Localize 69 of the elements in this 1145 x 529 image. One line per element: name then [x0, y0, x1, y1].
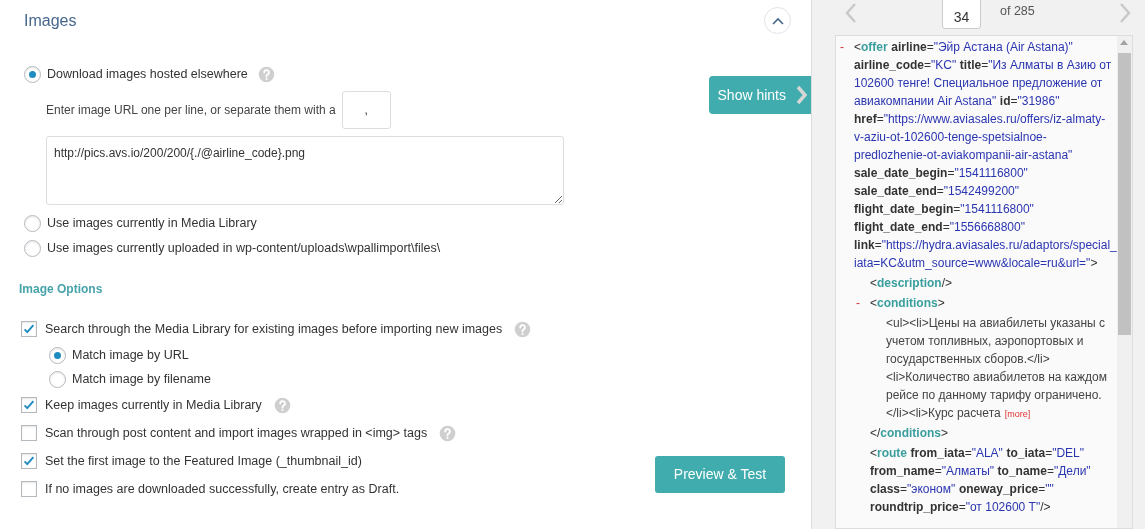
chevron-right-icon[interactable] [1118, 1, 1131, 24]
code-line: учетом топливных, аэропортовых и [886, 333, 1084, 350]
checkbox[interactable] [21, 481, 37, 497]
checkbox-label: If no images are downloaded successfully, create entry as Draft. [45, 480, 400, 498]
chevron-up-icon [771, 16, 784, 25]
collapse-toggle[interactable]: - [856, 294, 860, 312]
image-url-field[interactable]: http://pics.avs.io/200/200/{./@airline_code}.png [46, 136, 564, 205]
preview-test-button[interactable]: Preview & Test [655, 456, 785, 493]
code-line: href="https://www.aviasales.ru/offers/iz-almaty- [854, 111, 1106, 128]
code-line: class="эконом" oneway_price="" [870, 481, 1054, 498]
chevron-right-icon [796, 85, 808, 105]
radio-button[interactable] [24, 66, 41, 83]
show-hints-button[interactable]: Show hints [708, 76, 811, 114]
code-line: <conditions> [870, 295, 945, 312]
checkbox-label: Set the first image to the Featured Image (_thumbnail_id) [45, 452, 362, 470]
code-line: roundtrip_price="от 102600 T"/> [870, 499, 1051, 516]
radio-button[interactable] [24, 240, 41, 257]
section-title: Images [24, 10, 77, 31]
scrollbar[interactable] [1116, 36, 1132, 528]
radio-label: Match image by URL [72, 346, 189, 364]
collapse-toggle[interactable]: - [840, 38, 844, 56]
help-icon[interactable] [257, 66, 275, 83]
code-line: <offer airline="Эйр Астана (Air Astana)" [854, 39, 1073, 56]
radio-button[interactable] [49, 370, 66, 388]
radio-button[interactable] [49, 346, 66, 364]
separator-label: Enter image URL one per line, or separate them with a [46, 102, 336, 119]
code-line: 102600 тенге! Специальное предложение от [854, 75, 1103, 92]
code-line: рейсе по данному тарифу ограничено. [886, 387, 1102, 404]
code-line: <route from_iata="ALA" to_iata="DEL" [870, 445, 1085, 462]
code-line: <description/> [870, 275, 953, 292]
help-icon[interactable] [439, 424, 457, 442]
radio-label: Use images currently in Media Library [47, 215, 257, 233]
checkbox-label: Search through the Media Library for existing images before importing new images [45, 320, 503, 338]
code-line: <ul><li>Цены на авиабилеты указаны с [886, 315, 1106, 332]
code-line: predlozhenie-ot-aviakompanii-air-astana" [854, 147, 1073, 164]
checkbox[interactable] [21, 397, 37, 413]
code-line: sale_date_begin="1541116800" [854, 165, 1028, 182]
radio-label: Use images currently uploaded in wp-content/uploads\wpallimport\files\ [47, 240, 441, 258]
scroll-up-icon[interactable] [1120, 40, 1129, 45]
code-line: iata=KC&utm_source=www&locale=ru&url="> [854, 255, 1098, 272]
code-line: sale_date_end="1542499200" [854, 183, 1019, 200]
options-title: Image Options [19, 281, 104, 298]
code-line: link="https://hydra.aviasales.ru/adaptors/special_ [854, 237, 1117, 254]
checkbox-label: Keep images currently in Media Library [45, 396, 262, 414]
checkbox[interactable] [21, 425, 37, 441]
code-line: государственных сборов.</li> [886, 351, 1050, 368]
page-number-field[interactable]: 34 [942, 0, 981, 29]
radio-button[interactable] [24, 215, 41, 232]
code-line: <li>Количество авиабилетов на каждом [886, 369, 1107, 386]
more-link[interactable]: [more] [1004, 408, 1031, 422]
page-total: of 285 [1000, 3, 1035, 21]
separator-field[interactable]: , [341, 91, 391, 129]
code-line: </conditions> [870, 425, 949, 442]
code-line: </li><li>Курс расчета [886, 405, 1001, 422]
code-line: flight_date_begin="1541116800" [854, 201, 1034, 218]
code-line: авиакомпании Air Astana" id="31986" [854, 93, 1060, 110]
code-line: v-aziu-ot-102600-tenge-spetsialnoe- [854, 129, 1047, 146]
radio-label: Match image by filename [72, 370, 211, 388]
radio-label: Download images hosted elsewhere [47, 66, 248, 84]
checkbox[interactable] [21, 453, 37, 469]
help-icon[interactable] [273, 396, 291, 414]
code-line: from_name="Алматы" to_name="Дели" [870, 463, 1091, 480]
chevron-left-icon[interactable] [845, 1, 857, 24]
help-icon[interactable] [514, 320, 532, 338]
code-line: airline_code="KC" title="Из Алматы в Азию от [854, 57, 1112, 74]
checkbox-label: Scan through post content and import images wrapped in <img> tags [45, 424, 428, 442]
checkbox[interactable] [21, 321, 37, 337]
collapse-button[interactable] [764, 7, 791, 34]
code-line: flight_date_end="1556668800" [854, 219, 1025, 236]
